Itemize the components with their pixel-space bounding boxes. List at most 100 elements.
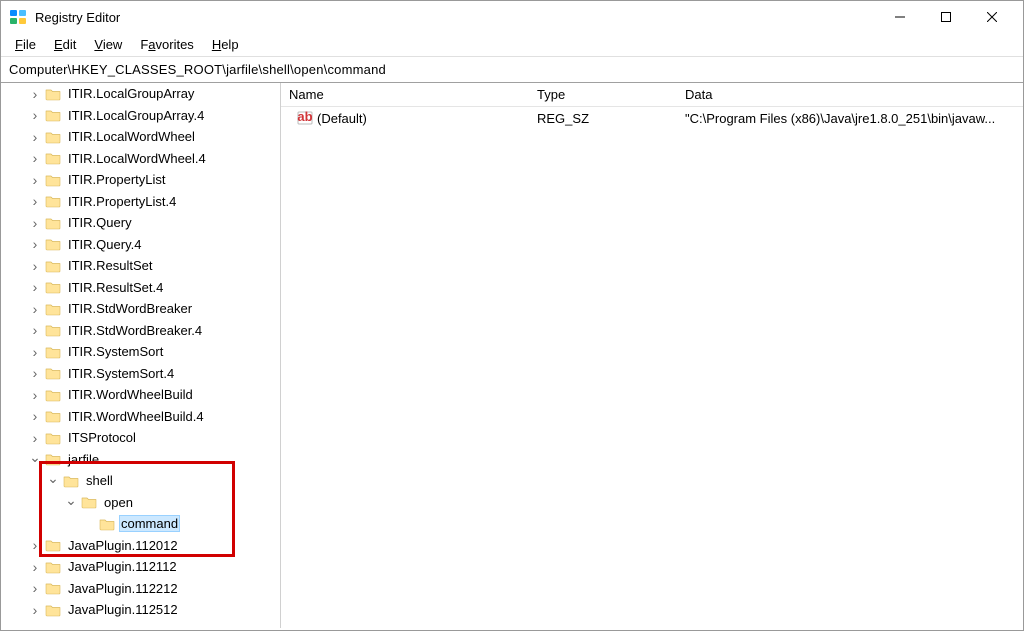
folder-icon	[45, 237, 61, 251]
chevron-down-icon[interactable]	[65, 494, 77, 511]
chevron-right-icon[interactable]	[29, 344, 41, 360]
folder-icon	[45, 259, 61, 273]
folder-icon	[45, 538, 61, 552]
folder-icon	[45, 216, 61, 230]
tree-item[interactable]: JavaPlugin.112012	[1, 535, 280, 557]
chevron-right-icon[interactable]	[29, 365, 41, 381]
folder-icon	[45, 194, 61, 208]
chevron-right-icon[interactable]	[29, 172, 41, 188]
folder-icon	[45, 431, 61, 445]
tree-item[interactable]: command	[1, 513, 280, 535]
tree-item[interactable]: ITIR.StdWordBreaker	[1, 298, 280, 320]
tree-item-label: ITIR.SystemSort	[65, 342, 166, 361]
menu-favorites[interactable]: Favorites	[132, 35, 201, 54]
tree-item[interactable]: ITIR.SystemSort	[1, 341, 280, 363]
svg-text:ab: ab	[297, 110, 312, 124]
column-data[interactable]: Data	[677, 83, 1023, 106]
chevron-right-icon[interactable]	[29, 107, 41, 123]
chevron-right-icon[interactable]	[29, 430, 41, 446]
menu-view[interactable]: View	[86, 35, 130, 54]
tree-item-label: ITIR.StdWordBreaker.4	[65, 321, 205, 340]
tree-item[interactable]: JavaPlugin.112112	[1, 556, 280, 578]
chevron-right-icon[interactable]	[29, 129, 41, 145]
tree-item[interactable]: ITIR.SystemSort.4	[1, 363, 280, 385]
chevron-right-icon[interactable]	[29, 580, 41, 596]
tree-item[interactable]: ITIR.Query	[1, 212, 280, 234]
tree-item[interactable]: jarfile	[1, 449, 280, 471]
list-row[interactable]: ab(Default)REG_SZ"C:\Program Files (x86)…	[281, 107, 1023, 129]
title-bar: Registry Editor	[1, 1, 1023, 33]
tree-item[interactable]: ITIR.PropertyList	[1, 169, 280, 191]
tree-item[interactable]: JavaPlugin.112212	[1, 578, 280, 600]
tree-item[interactable]: JavaPlugin.112512	[1, 599, 280, 621]
tree-item-label: shell	[83, 471, 116, 490]
folder-icon	[45, 452, 61, 466]
column-type[interactable]: Type	[529, 83, 677, 106]
value-name: (Default)	[317, 111, 367, 126]
folder-icon	[45, 302, 61, 316]
regedit-icon	[9, 8, 27, 26]
window-title: Registry Editor	[35, 10, 877, 25]
folder-icon	[99, 517, 115, 531]
chevron-right-icon[interactable]	[29, 86, 41, 102]
tree-panel[interactable]: ITIR.LocalGroupArray ITIR.LocalGroupArray…	[1, 83, 281, 628]
chevron-right-icon[interactable]	[29, 193, 41, 209]
tree-item-label: command	[119, 515, 180, 532]
tree-item[interactable]: ITIR.LocalWordWheel.4	[1, 148, 280, 170]
chevron-down-icon[interactable]	[47, 472, 59, 489]
chevron-right-icon[interactable]	[29, 387, 41, 403]
chevron-right-icon[interactable]	[29, 537, 41, 553]
folder-icon	[81, 495, 97, 509]
menu-edit[interactable]: Edit	[46, 35, 84, 54]
tree-item-label: JavaPlugin.112012	[65, 536, 181, 555]
tree-item[interactable]: ITIR.ResultSet.4	[1, 277, 280, 299]
tree-item-label: ITIR.PropertyList.4	[65, 192, 179, 211]
chevron-right-icon[interactable]	[29, 408, 41, 424]
folder-icon	[45, 151, 61, 165]
chevron-right-icon[interactable]	[29, 602, 41, 618]
folder-icon	[63, 474, 79, 488]
column-name[interactable]: Name	[281, 83, 529, 106]
tree-item-label: ITIR.Query.4	[65, 235, 144, 254]
tree-item-label: ITIR.ResultSet	[65, 256, 156, 275]
tree-item[interactable]: ITIR.LocalGroupArray	[1, 83, 280, 105]
chevron-right-icon[interactable]	[29, 279, 41, 295]
tree-item[interactable]: ITIR.Query.4	[1, 234, 280, 256]
tree-item-label: jarfile	[65, 450, 102, 469]
chevron-right-icon[interactable]	[29, 150, 41, 166]
chevron-right-icon[interactable]	[29, 236, 41, 252]
chevron-right-icon[interactable]	[29, 215, 41, 231]
menu-file[interactable]: File	[7, 35, 44, 54]
folder-icon	[45, 366, 61, 380]
tree-item[interactable]: ITIR.WordWheelBuild	[1, 384, 280, 406]
chevron-down-icon[interactable]	[29, 451, 41, 468]
tree-item-label: JavaPlugin.112212	[65, 579, 181, 598]
tree-item[interactable]: ITIR.LocalWordWheel	[1, 126, 280, 148]
tree-item[interactable]: open	[1, 492, 280, 514]
tree-item[interactable]: ITIR.PropertyList.4	[1, 191, 280, 213]
tree-item-label: ITIR.LocalGroupArray.4	[65, 106, 207, 125]
tree-item-label: ITIR.LocalWordWheel.4	[65, 149, 209, 168]
value-type: REG_SZ	[529, 109, 677, 128]
chevron-right-icon[interactable]	[29, 322, 41, 338]
menu-help[interactable]: Help	[204, 35, 247, 54]
folder-icon	[45, 323, 61, 337]
folder-icon	[45, 345, 61, 359]
chevron-right-icon[interactable]	[29, 559, 41, 575]
chevron-right-icon[interactable]	[29, 258, 41, 274]
tree-item[interactable]: shell	[1, 470, 280, 492]
address-bar[interactable]: Computer\HKEY_CLASSES_ROOT\jarfile\shell…	[1, 57, 1023, 83]
tree-item[interactable]: ITSProtocol	[1, 427, 280, 449]
tree-item[interactable]: ITIR.WordWheelBuild.4	[1, 406, 280, 428]
minimize-button[interactable]	[877, 1, 923, 33]
list-panel[interactable]: Name Type Data ab(Default)REG_SZ"C:\Prog…	[281, 83, 1023, 628]
tree-item[interactable]: ITIR.LocalGroupArray.4	[1, 105, 280, 127]
tree-item-label: ITIR.LocalGroupArray	[65, 84, 197, 103]
maximize-button[interactable]	[923, 1, 969, 33]
list-header: Name Type Data	[281, 83, 1023, 107]
folder-icon	[45, 280, 61, 294]
tree-item[interactable]: ITIR.StdWordBreaker.4	[1, 320, 280, 342]
close-button[interactable]	[969, 1, 1015, 33]
tree-item[interactable]: ITIR.ResultSet	[1, 255, 280, 277]
chevron-right-icon[interactable]	[29, 301, 41, 317]
